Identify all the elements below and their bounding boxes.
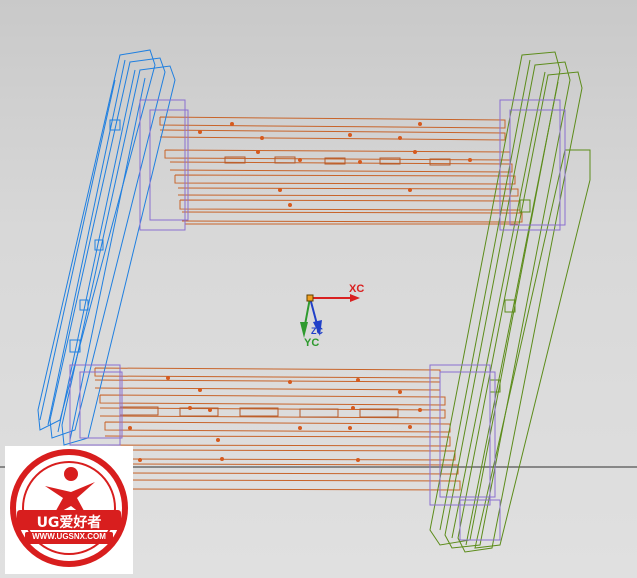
back-cross-members[interactable] — [159, 116, 523, 225]
left-brackets — [69, 99, 189, 446]
yc-label: YC — [304, 337, 320, 349]
yc-arrowhead — [300, 322, 308, 338]
logo-brand-text: UG爱好者 — [36, 515, 102, 531]
csys-origin[interactable] — [306, 294, 314, 302]
xc-label: XC — [349, 283, 365, 295]
zc-label: ZC — [311, 326, 323, 336]
front-cross-members[interactable] — [94, 367, 461, 491]
ugsnx-watermark: UG爱好者 WWW.UGSNX.COM — [5, 446, 133, 574]
csys-triad[interactable] — [300, 294, 360, 338]
graphics-viewport[interactable]: XC ZC YC UG爱好者 WWW.UGSNX.COM — [0, 0, 637, 578]
left-side-frame[interactable] — [37, 49, 176, 446]
logo-url-text: WWW.UGSNX.COM — [32, 532, 106, 541]
logo-emblem-icon — [10, 449, 128, 567]
xc-arrowhead — [350, 294, 360, 302]
